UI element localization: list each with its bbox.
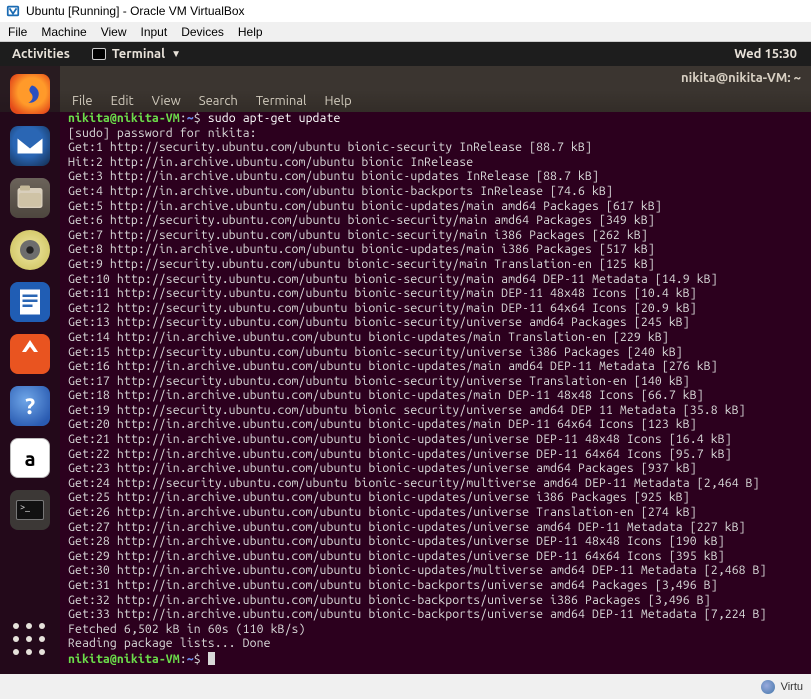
virtualbox-menubar: File Machine View Input Devices Help	[0, 22, 811, 42]
vb-menu-file[interactable]: File	[8, 25, 27, 39]
virtualbox-titlebar[interactable]: Ubuntu [Running] - Oracle VM VirtualBox	[0, 0, 811, 22]
terminal-body[interactable]: nikita@nikita-VM:~$ sudo apt-get update[…	[64, 112, 811, 674]
ubuntu-top-panel: Activities Terminal ▼ Wed 15:30	[0, 42, 811, 66]
vb-menu-devices[interactable]: Devices	[181, 25, 224, 39]
chevron-down-icon: ▼	[171, 48, 181, 60]
activities-button[interactable]: Activities	[0, 47, 82, 61]
term-menu-help[interactable]: Help	[324, 94, 351, 108]
active-app-label: Terminal	[112, 47, 165, 61]
rhythmbox-icon[interactable]	[10, 230, 50, 270]
term-menu-edit[interactable]: Edit	[111, 94, 134, 108]
terminal-icon[interactable]: >_	[10, 490, 50, 530]
thunderbird-icon[interactable]	[10, 126, 50, 166]
vb-menu-help[interactable]: Help	[238, 25, 263, 39]
clock[interactable]: Wed 15:30	[734, 47, 797, 61]
disk-activity-icon	[761, 680, 775, 694]
ubuntu-software-icon[interactable]	[10, 334, 50, 374]
virtualbox-statusbar: Virtu	[0, 674, 811, 699]
vb-status-label: Virtu	[781, 681, 803, 693]
term-menu-file[interactable]: File	[72, 94, 93, 108]
guest-screen[interactable]: Activities Terminal ▼ Wed 15:30 nikita@n…	[0, 42, 811, 674]
show-applications-icon[interactable]	[10, 620, 50, 660]
term-menu-terminal[interactable]: Terminal	[256, 94, 307, 108]
term-menu-view[interactable]: View	[152, 94, 181, 108]
virtualbox-title: Ubuntu [Running] - Oracle VM VirtualBox	[26, 4, 245, 18]
firefox-icon[interactable]	[10, 74, 50, 114]
terminal-menubar: File Edit View Search Terminal Help	[0, 90, 811, 112]
amazon-icon[interactable]: a	[10, 438, 50, 478]
term-menu-search[interactable]: Search	[199, 94, 238, 108]
terminal-cursor	[208, 652, 215, 665]
status-area[interactable]: Wed 15:30	[720, 47, 811, 61]
virtualbox-icon	[6, 4, 20, 18]
vb-menu-view[interactable]: View	[101, 25, 127, 39]
terminal-title: nikita@nikita-VM: ~	[681, 71, 801, 85]
vb-menu-input[interactable]: Input	[141, 25, 168, 39]
vb-menu-machine[interactable]: Machine	[41, 25, 86, 39]
help-icon[interactable]: ?	[10, 386, 50, 426]
terminal-app-icon	[92, 48, 106, 60]
active-app-indicator[interactable]: Terminal ▼	[82, 47, 191, 61]
libreoffice-writer-icon[interactable]	[10, 282, 50, 322]
terminal-titlebar[interactable]: nikita@nikita-VM: ~	[0, 66, 811, 90]
ubuntu-dock: ? a >_	[0, 66, 60, 674]
files-icon[interactable]	[10, 178, 50, 218]
